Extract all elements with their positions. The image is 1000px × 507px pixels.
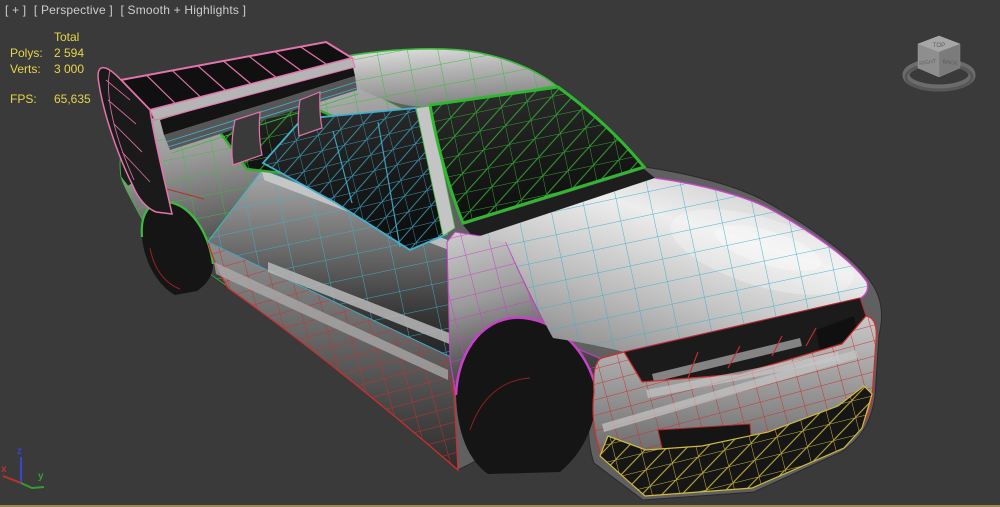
polys-value: 2 594 bbox=[54, 46, 85, 60]
polys-label: Polys: bbox=[10, 46, 43, 60]
spoiler-support bbox=[231, 111, 263, 166]
statistics-row-polys: Polys: 2 594 bbox=[10, 45, 91, 61]
statistics-row-fps: FPS: 65,635 bbox=[10, 91, 91, 107]
statistics-overlay: Total Polys: 2 594 Verts: 3 000 FPS: 65,… bbox=[10, 29, 91, 107]
axis-z-label: z bbox=[17, 446, 22, 457]
viewport-canvas[interactable]: [ + ] [ Perspective ] [ Smooth + Highlig… bbox=[0, 0, 1000, 507]
viewcube-top-label: TOP bbox=[933, 43, 945, 49]
car-mesh-object[interactable] bbox=[97, 40, 883, 501]
axis-y-line bbox=[20, 482, 45, 490]
axis-x-label: x bbox=[1, 464, 7, 475]
statistics-row-verts: Verts: 3 000 bbox=[10, 61, 91, 77]
viewcube[interactable]: TOP RIGHT BACK bbox=[894, 22, 984, 102]
viewport-menu-pov[interactable]: [ Perspective ] bbox=[34, 3, 113, 17]
fps-label: FPS: bbox=[10, 92, 37, 106]
verts-label: Verts: bbox=[10, 62, 41, 76]
viewport-label-bar: [ + ] [ Perspective ] [ Smooth + Highlig… bbox=[5, 3, 250, 17]
axis-x-line bbox=[2, 475, 22, 484]
verts-value: 3 000 bbox=[54, 62, 85, 76]
axis-y-label: y bbox=[38, 471, 44, 482]
viewport-menu-general[interactable]: [ + ] bbox=[5, 3, 26, 17]
fps-value: 65,635 bbox=[54, 92, 91, 106]
scene-3d-view: z x y bbox=[1, 40, 883, 501]
statistics-header: Total bbox=[54, 30, 80, 44]
viewport-menu-shading[interactable]: [ Smooth + Highlights ] bbox=[120, 3, 246, 17]
axis-tripod: z x y bbox=[1, 446, 45, 490]
